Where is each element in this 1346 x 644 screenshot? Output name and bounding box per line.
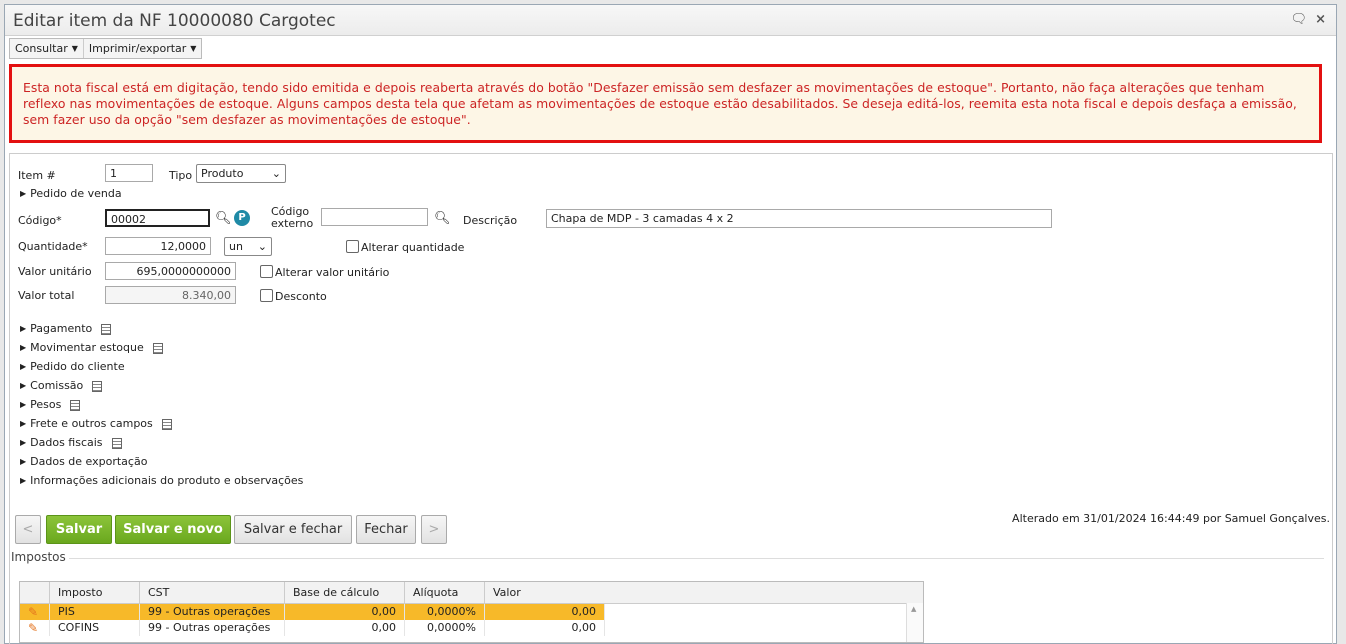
column-header[interactable]: Base de cálculo bbox=[285, 582, 405, 603]
chevron-down-icon: ⌄ bbox=[271, 167, 281, 180]
caret-right-icon: ▶ bbox=[20, 189, 27, 198]
document-icon bbox=[70, 400, 81, 411]
page-scrollbar[interactable] bbox=[1338, 0, 1346, 641]
unidade-select[interactable]: un ⌄ bbox=[224, 237, 272, 256]
caret-right-icon: ▶ bbox=[20, 324, 27, 333]
caret-right-icon: ▶ bbox=[20, 400, 27, 409]
save-and-new-button[interactable]: Salvar e novo bbox=[115, 515, 231, 544]
quantidade-label: Quantidade* bbox=[18, 240, 88, 253]
codigo-externo-label: Código externo bbox=[271, 205, 314, 230]
item-form: Item # 1 Tipo Produto ⌄ ▶ Pedido de venda … bbox=[9, 153, 1333, 644]
scroll-up-icon[interactable]: ▲ bbox=[911, 605, 916, 613]
valor-unitario-label: Valor unitário bbox=[18, 265, 92, 278]
codigo-input[interactable]: 00002 bbox=[105, 209, 210, 227]
dialog-window: Editar item da NF 10000080 Cargotec 🗨 × … bbox=[4, 4, 1337, 644]
search-icon[interactable]: 🔍︎ bbox=[215, 211, 232, 226]
table-row[interactable]: ✎ PIS 99 - Outras operações 0,00 0,0000%… bbox=[20, 604, 923, 620]
expander-frete[interactable]: ▶ Frete e outros campos bbox=[20, 417, 172, 430]
save-button[interactable]: Salvar bbox=[46, 515, 112, 544]
caret-down-icon: ▼ bbox=[190, 44, 197, 53]
title-bar: Editar item da NF 10000080 Cargotec 🗨 × bbox=[5, 5, 1336, 36]
menu-consultar[interactable]: Consultar ▼ bbox=[10, 39, 84, 58]
expander-pesos[interactable]: ▶ Pesos bbox=[20, 398, 81, 411]
caret-right-icon: ▶ bbox=[20, 438, 27, 447]
caret-right-icon: ▶ bbox=[20, 343, 27, 352]
close-button[interactable]: Fechar bbox=[356, 515, 416, 544]
document-icon bbox=[161, 419, 172, 430]
quantidade-input[interactable]: 12,0000 bbox=[105, 237, 211, 255]
document-icon bbox=[152, 343, 163, 354]
item-number-input[interactable]: 1 bbox=[105, 164, 153, 182]
expander-pedido-venda[interactable]: ▶ Pedido de venda bbox=[20, 187, 122, 200]
caret-right-icon: ▶ bbox=[20, 381, 27, 390]
grid-header: Imposto CST Base de cálculo Alíquota Val… bbox=[20, 582, 923, 604]
alterar-quantidade-label: Alterar quantidade bbox=[361, 241, 465, 254]
valor-total-input: 8.340,00 bbox=[105, 286, 236, 304]
lookup-icon[interactable]: P bbox=[234, 210, 250, 226]
codigo-externo-input[interactable] bbox=[321, 208, 428, 226]
desconto-checkbox[interactable] bbox=[260, 289, 273, 302]
menu-imprimir-exportar[interactable]: Imprimir/exportar ▼ bbox=[84, 39, 202, 58]
impostos-heading: Impostos bbox=[11, 550, 66, 564]
caret-right-icon: ▶ bbox=[20, 419, 27, 428]
tipo-label: Tipo bbox=[169, 169, 193, 182]
altered-info: Alterado em 31/01/2024 16:44:49 por Samu… bbox=[1012, 512, 1330, 525]
document-icon bbox=[101, 324, 112, 335]
expander-dados-fiscais[interactable]: ▶ Dados fiscais bbox=[20, 436, 122, 449]
edit-pencil-icon[interactable]: ✎ bbox=[20, 604, 50, 620]
column-header[interactable]: Imposto bbox=[50, 582, 140, 603]
table-row[interactable]: ✎ COFINS 99 - Outras operações 0,00 0,00… bbox=[20, 620, 923, 636]
codigo-label: Código* bbox=[18, 214, 62, 227]
caret-right-icon: ▶ bbox=[20, 476, 27, 485]
chevron-down-icon: ⌄ bbox=[257, 240, 267, 253]
desconto-label: Desconto bbox=[275, 290, 327, 303]
column-header[interactable]: CST bbox=[140, 582, 285, 603]
edit-pencil-icon[interactable]: ✎ bbox=[20, 620, 50, 636]
comment-icon[interactable]: 🗨 bbox=[1290, 12, 1307, 27]
dialog-title: Editar item da NF 10000080 Cargotec bbox=[13, 11, 336, 31]
search-icon[interactable]: 🔍︎ bbox=[434, 211, 451, 226]
save-and-close-button[interactable]: Salvar e fechar bbox=[234, 515, 352, 544]
valor-unitario-input[interactable]: 695,0000000000 bbox=[105, 262, 236, 280]
expander-pagamento[interactable]: ▶ Pagamento bbox=[20, 322, 112, 335]
grid-scrollbar[interactable]: ▲ bbox=[906, 603, 923, 642]
expander-pedido-cliente[interactable]: ▶ Pedido do cliente bbox=[20, 360, 125, 373]
caret-down-icon: ▼ bbox=[71, 44, 78, 53]
impostos-grid: Imposto CST Base de cálculo Alíquota Val… bbox=[19, 581, 924, 643]
descricao-label: Descrição bbox=[463, 214, 518, 227]
item-label: Item # bbox=[18, 169, 56, 182]
alterar-valor-unitario-label: Alterar valor unitário bbox=[275, 266, 390, 279]
caret-right-icon: ▶ bbox=[20, 457, 27, 466]
next-button[interactable]: > bbox=[421, 515, 447, 544]
expander-dados-exportacao[interactable]: ▶ Dados de exportação bbox=[20, 455, 147, 468]
alterar-quantidade-checkbox[interactable] bbox=[346, 240, 359, 253]
menu-bar: Consultar ▼ Imprimir/exportar ▼ bbox=[9, 38, 203, 59]
column-header[interactable]: Alíquota bbox=[405, 582, 485, 603]
expander-movimentar-estoque[interactable]: ▶ Movimentar estoque bbox=[20, 341, 163, 354]
document-icon bbox=[92, 381, 103, 392]
expander-comissao[interactable]: ▶ Comissão bbox=[20, 379, 103, 392]
previous-button[interactable]: < bbox=[15, 515, 41, 544]
tipo-select[interactable]: Produto ⌄ bbox=[196, 164, 286, 183]
expander-informacoes-adicionais[interactable]: ▶ Informações adicionais do produto e obs… bbox=[20, 474, 303, 487]
descricao-input[interactable]: Chapa de MDP - 3 camadas 4 x 2 bbox=[546, 209, 1052, 228]
column-header[interactable]: Valor bbox=[485, 582, 900, 603]
document-icon bbox=[111, 438, 122, 449]
caret-right-icon: ▶ bbox=[20, 362, 27, 371]
warning-alert: Esta nota fiscal está em digitação, tend… bbox=[9, 64, 1322, 143]
alterar-valor-unitario-checkbox[interactable] bbox=[260, 265, 273, 278]
valor-total-label: Valor total bbox=[18, 289, 75, 302]
close-icon[interactable]: × bbox=[1315, 12, 1326, 27]
